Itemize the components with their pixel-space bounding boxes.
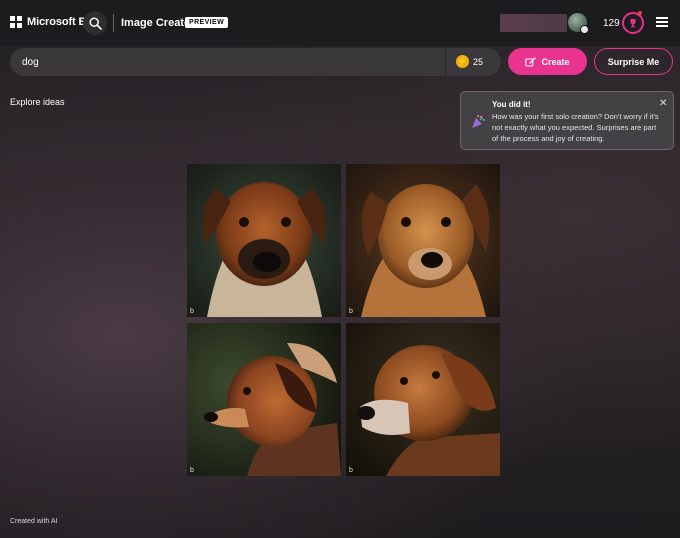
create-label: Create xyxy=(541,56,570,67)
surprise-me-button[interactable]: Surprise Me xyxy=(594,48,673,75)
watermark: b xyxy=(190,308,194,315)
header-divider xyxy=(113,14,114,32)
app-title[interactable]: Image Creator xyxy=(121,17,195,29)
prompt-bar xyxy=(10,48,501,76)
dog-image-4 xyxy=(346,323,500,476)
notification-dot-icon xyxy=(638,11,642,15)
windows-logo-icon xyxy=(10,16,22,28)
generated-image-3[interactable]: b xyxy=(187,323,341,476)
prompt-input[interactable] xyxy=(22,48,442,76)
dog-image-1 xyxy=(187,164,341,317)
generated-image-2[interactable]: b xyxy=(346,164,500,317)
preview-badge: PREVIEW xyxy=(185,17,229,28)
user-name-box[interactable] xyxy=(500,14,567,32)
generated-image-1[interactable]: b xyxy=(187,164,341,317)
dog-image-2 xyxy=(346,164,500,317)
search-button[interactable] xyxy=(83,11,107,35)
generated-image-4[interactable]: b xyxy=(346,323,500,476)
watermark: b xyxy=(190,467,194,474)
watermark: b xyxy=(349,308,353,315)
create-icon xyxy=(525,56,537,67)
watermark: b xyxy=(349,467,353,474)
explore-ideas-link[interactable]: Explore ideas xyxy=(10,97,65,107)
close-icon[interactable]: ✕ xyxy=(659,98,667,109)
rewards-button[interactable] xyxy=(622,12,644,34)
toast-title: You did it! xyxy=(492,100,531,109)
toast-body: How was your first solo creation? Don't … xyxy=(492,112,659,143)
search-icon xyxy=(88,16,102,30)
trophy-icon xyxy=(630,19,636,28)
create-button[interactable]: Create xyxy=(508,48,587,75)
party-popper-icon xyxy=(470,114,486,135)
avatar-status-icon xyxy=(580,25,589,34)
success-toast: You did it! How was your first solo crea… xyxy=(460,91,674,150)
footer-text: Created with AI xyxy=(10,518,58,525)
boost-count[interactable]: 25 xyxy=(473,57,483,67)
rewards-count[interactable]: 129 xyxy=(603,18,620,29)
boost-divider xyxy=(445,48,446,76)
boost-icon[interactable]: ⚡ xyxy=(456,55,469,68)
dog-image-3 xyxy=(187,323,341,476)
hamburger-menu-icon[interactable] xyxy=(656,17,668,27)
